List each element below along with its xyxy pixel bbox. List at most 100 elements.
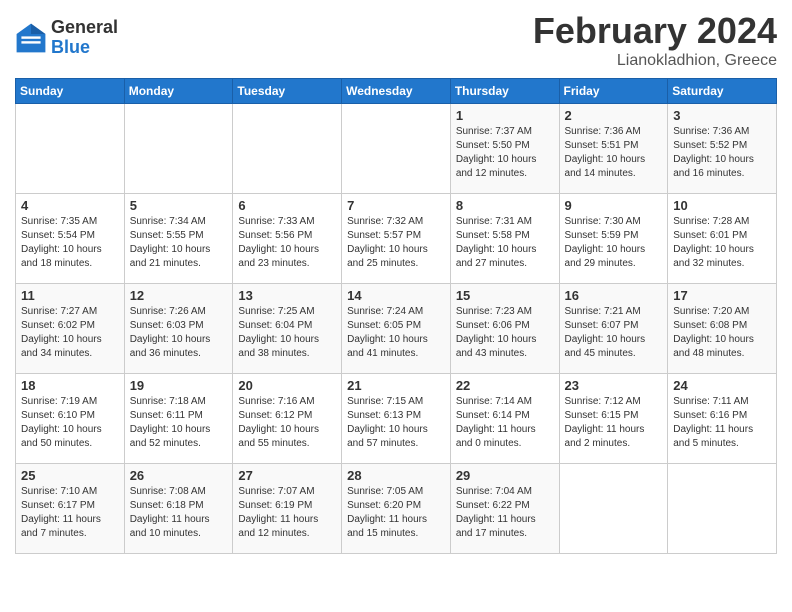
week-row-2: 11 Sunrise: 7:27 AM Sunset: 6:02 PM Dayli…	[16, 284, 777, 374]
logo-text: General Blue	[51, 18, 118, 58]
day-info: Sunrise: 7:31 AM Sunset: 5:58 PM Dayligh…	[456, 215, 554, 271]
calendar-cell: 20 Sunrise: 7:16 AM Sunset: 6:12 PM Dayli…	[233, 374, 342, 464]
month-year: February 2024	[533, 10, 777, 52]
day-info: Sunrise: 7:32 AM Sunset: 5:57 PM Dayligh…	[347, 215, 445, 271]
day-number: 9	[565, 198, 663, 213]
calendar-cell: 23Sunrise: 7:12 AM Sunset: 6:15 PM Dayli…	[559, 374, 668, 464]
day-number: 18	[21, 378, 119, 393]
calendar-cell: 24Sunrise: 7:11 AM Sunset: 6:16 PM Dayli…	[668, 374, 777, 464]
day-number: 27	[238, 468, 336, 483]
day-number: 14	[347, 288, 445, 303]
day-info: Sunrise: 7:05 AM Sunset: 6:20 PM Dayligh…	[347, 485, 445, 541]
day-info: Sunrise: 7:21 AM Sunset: 6:07 PM Dayligh…	[565, 305, 663, 361]
day-info: Sunrise: 7:34 AM Sunset: 5:55 PM Dayligh…	[130, 215, 228, 271]
calendar-cell	[124, 104, 233, 194]
calendar-cell: 22Sunrise: 7:14 AM Sunset: 6:14 PM Dayli…	[450, 374, 559, 464]
day-number: 25	[21, 468, 119, 483]
day-info: Sunrise: 7:36 AM Sunset: 5:52 PM Dayligh…	[673, 125, 771, 181]
calendar-cell: 18 Sunrise: 7:19 AM Sunset: 6:10 PM Dayli…	[16, 374, 125, 464]
day-number: 5	[130, 198, 228, 213]
day-info: Sunrise: 7:25 AM Sunset: 6:04 PM Dayligh…	[238, 305, 336, 361]
calendar-cell: 28 Sunrise: 7:05 AM Sunset: 6:20 PM Dayli…	[342, 464, 451, 554]
calendar-cell: 14 Sunrise: 7:24 AM Sunset: 6:05 PM Dayli…	[342, 284, 451, 374]
day-number: 4	[21, 198, 119, 213]
calendar-table: SundayMondayTuesdayWednesdayThursdayFrid…	[15, 78, 777, 554]
day-number: 2	[565, 108, 663, 123]
day-info: Sunrise: 7:33 AM Sunset: 5:56 PM Dayligh…	[238, 215, 336, 271]
page-header: General Blue February 2024 Lianokladhion…	[15, 10, 777, 70]
header-day-friday: Friday	[559, 79, 668, 104]
calendar-cell: 12Sunrise: 7:26 AM Sunset: 6:03 PM Dayli…	[124, 284, 233, 374]
header-day-wednesday: Wednesday	[342, 79, 451, 104]
day-info: Sunrise: 7:23 AM Sunset: 6:06 PM Dayligh…	[456, 305, 554, 361]
logo-general: General	[51, 18, 118, 38]
calendar-cell: 5 Sunrise: 7:34 AM Sunset: 5:55 PM Daylig…	[124, 194, 233, 284]
day-number: 22	[456, 378, 554, 393]
header-day-thursday: Thursday	[450, 79, 559, 104]
calendar-cell	[668, 464, 777, 554]
location: Lianokladhion, Greece	[533, 52, 777, 70]
day-info: Sunrise: 7:15 AM Sunset: 6:13 PM Dayligh…	[347, 395, 445, 451]
header-day-tuesday: Tuesday	[233, 79, 342, 104]
day-number: 19	[130, 378, 228, 393]
day-info: Sunrise: 7:28 AM Sunset: 6:01 PM Dayligh…	[673, 215, 771, 271]
header-row: SundayMondayTuesdayWednesdayThursdayFrid…	[16, 79, 777, 104]
day-number: 12	[130, 288, 228, 303]
day-info: Sunrise: 7:36 AM Sunset: 5:51 PM Dayligh…	[565, 125, 663, 181]
day-number: 7	[347, 198, 445, 213]
header-day-saturday: Saturday	[668, 79, 777, 104]
logo-icon	[15, 22, 47, 54]
day-number: 17	[673, 288, 771, 303]
calendar-cell: 29 Sunrise: 7:04 AM Sunset: 6:22 PM Dayli…	[450, 464, 559, 554]
day-number: 29	[456, 468, 554, 483]
day-number: 11	[21, 288, 119, 303]
day-number: 24	[673, 378, 771, 393]
day-info: Sunrise: 7:37 AM Sunset: 5:50 PM Dayligh…	[456, 125, 554, 181]
header-day-sunday: Sunday	[16, 79, 125, 104]
calendar-cell: 10Sunrise: 7:28 AM Sunset: 6:01 PM Dayli…	[668, 194, 777, 284]
day-info: Sunrise: 7:04 AM Sunset: 6:22 PM Dayligh…	[456, 485, 554, 541]
week-row-3: 18 Sunrise: 7:19 AM Sunset: 6:10 PM Dayli…	[16, 374, 777, 464]
calendar-cell: 8Sunrise: 7:31 AM Sunset: 5:58 PM Daylig…	[450, 194, 559, 284]
day-info: Sunrise: 7:27 AM Sunset: 6:02 PM Dayligh…	[21, 305, 119, 361]
calendar-cell: 2 Sunrise: 7:36 AM Sunset: 5:51 PM Daylig…	[559, 104, 668, 194]
title-block: February 2024 Lianokladhion, Greece	[533, 10, 777, 70]
day-info: Sunrise: 7:16 AM Sunset: 6:12 PM Dayligh…	[238, 395, 336, 451]
calendar-cell: 21 Sunrise: 7:15 AM Sunset: 6:13 PM Dayli…	[342, 374, 451, 464]
day-number: 28	[347, 468, 445, 483]
calendar-cell	[559, 464, 668, 554]
day-info: Sunrise: 7:12 AM Sunset: 6:15 PM Dayligh…	[565, 395, 663, 451]
day-number: 21	[347, 378, 445, 393]
calendar-cell: 7 Sunrise: 7:32 AM Sunset: 5:57 PM Daylig…	[342, 194, 451, 284]
day-number: 26	[130, 468, 228, 483]
calendar-cell: 9 Sunrise: 7:30 AM Sunset: 5:59 PM Daylig…	[559, 194, 668, 284]
day-number: 3	[673, 108, 771, 123]
calendar-cell: 15 Sunrise: 7:23 AM Sunset: 6:06 PM Dayli…	[450, 284, 559, 374]
day-info: Sunrise: 7:24 AM Sunset: 6:05 PM Dayligh…	[347, 305, 445, 361]
day-info: Sunrise: 7:08 AM Sunset: 6:18 PM Dayligh…	[130, 485, 228, 541]
day-info: Sunrise: 7:07 AM Sunset: 6:19 PM Dayligh…	[238, 485, 336, 541]
day-number: 1	[456, 108, 554, 123]
calendar-cell: 16 Sunrise: 7:21 AM Sunset: 6:07 PM Dayli…	[559, 284, 668, 374]
calendar-cell: 6Sunrise: 7:33 AM Sunset: 5:56 PM Daylig…	[233, 194, 342, 284]
calendar-cell: 26 Sunrise: 7:08 AM Sunset: 6:18 PM Dayli…	[124, 464, 233, 554]
logo-blue: Blue	[51, 38, 118, 58]
day-number: 20	[238, 378, 336, 393]
day-info: Sunrise: 7:19 AM Sunset: 6:10 PM Dayligh…	[21, 395, 119, 451]
calendar-body: 1 Sunrise: 7:37 AM Sunset: 5:50 PM Daylig…	[16, 104, 777, 554]
calendar-header: SundayMondayTuesdayWednesdayThursdayFrid…	[16, 79, 777, 104]
day-number: 15	[456, 288, 554, 303]
day-info: Sunrise: 7:10 AM Sunset: 6:17 PM Dayligh…	[21, 485, 119, 541]
week-row-4: 25 Sunrise: 7:10 AM Sunset: 6:17 PM Dayli…	[16, 464, 777, 554]
calendar-cell	[233, 104, 342, 194]
calendar-cell: 27 Sunrise: 7:07 AM Sunset: 6:19 PM Dayli…	[233, 464, 342, 554]
day-info: Sunrise: 7:30 AM Sunset: 5:59 PM Dayligh…	[565, 215, 663, 271]
calendar-cell: 11 Sunrise: 7:27 AM Sunset: 6:02 PM Dayli…	[16, 284, 125, 374]
calendar-cell	[342, 104, 451, 194]
day-number: 16	[565, 288, 663, 303]
calendar-cell: 13 Sunrise: 7:25 AM Sunset: 6:04 PM Dayli…	[233, 284, 342, 374]
day-number: 13	[238, 288, 336, 303]
calendar-cell: 4Sunrise: 7:35 AM Sunset: 5:54 PM Daylig…	[16, 194, 125, 284]
day-info: Sunrise: 7:18 AM Sunset: 6:11 PM Dayligh…	[130, 395, 228, 451]
calendar-cell: 25 Sunrise: 7:10 AM Sunset: 6:17 PM Dayli…	[16, 464, 125, 554]
